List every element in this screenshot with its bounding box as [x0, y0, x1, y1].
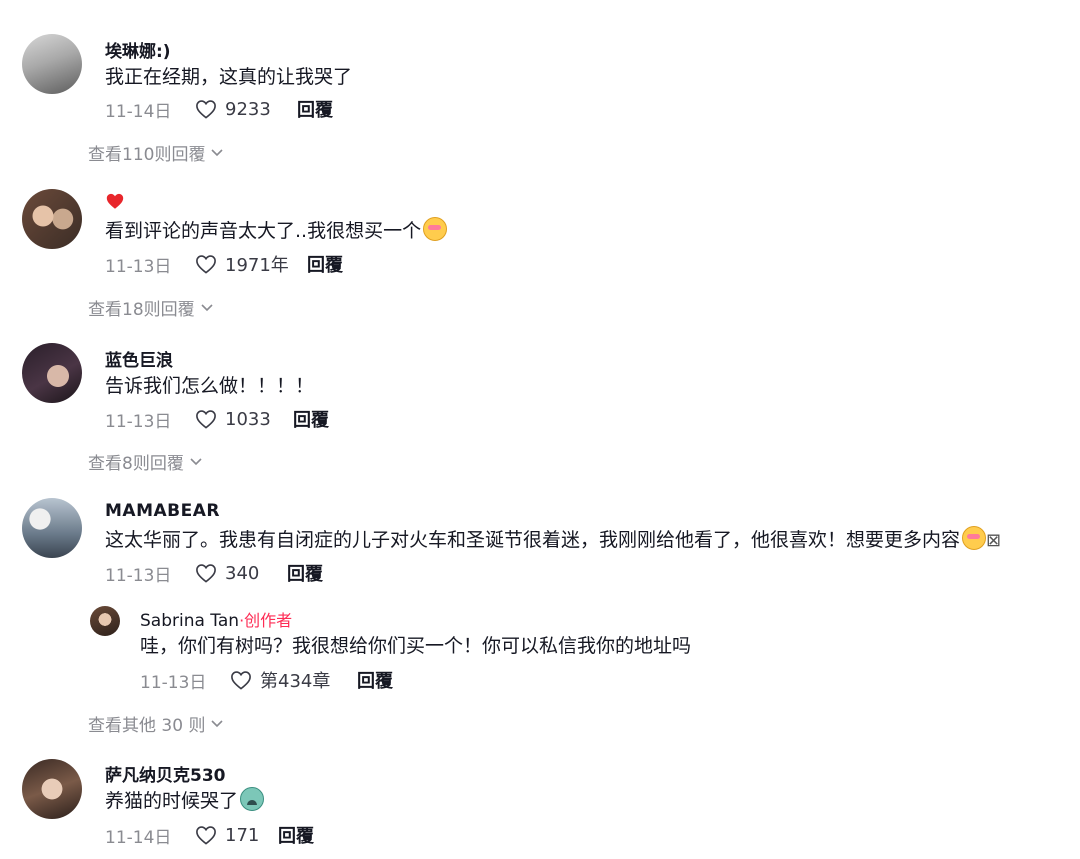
avatar[interactable] — [22, 498, 82, 558]
smiling-face-with-hearts-icon — [962, 526, 987, 550]
reply-button[interactable]: 回覆 — [297, 96, 333, 122]
comment-text: 我正在经期，这真的让我哭了 — [105, 66, 353, 88]
like-button[interactable]: 1971年 — [195, 251, 307, 277]
heart-outline-icon — [196, 564, 216, 583]
like-count: 1033 — [225, 408, 271, 430]
reply-meta: 11-13日 第434章 回覆 — [140, 667, 393, 693]
heart-outline-icon — [231, 671, 251, 690]
like-button[interactable]: 340 — [195, 563, 287, 584]
view-replies-link[interactable]: 查看110则回覆 — [88, 140, 224, 165]
avatar[interactable] — [22, 343, 82, 403]
avatar[interactable] — [22, 759, 82, 819]
comment-date: 11-13日 — [105, 565, 172, 586]
view-replies-link[interactable]: 查看8则回覆 — [88, 449, 202, 474]
comment-meta: 11-13日 340 回覆 — [105, 560, 323, 586]
comment-date: 11-14日 — [105, 101, 172, 122]
chevron-down-icon — [201, 303, 213, 311]
reply-text: 哇，你们有树吗？我很想给你们买一个！你可以私信我你的地址吗 — [140, 635, 692, 657]
reply-button[interactable]: 回覆 — [278, 822, 314, 848]
view-replies-link[interactable]: 查看18则回覆 — [88, 295, 213, 320]
like-count: 9233 — [225, 98, 271, 120]
like-count: 1971年 — [225, 255, 289, 276]
chevron-down-icon — [211, 148, 224, 156]
comment-meta: 11-14日 171 回覆 — [105, 822, 314, 848]
reply-date: 11-13日 — [140, 672, 207, 693]
comment-username[interactable]: 萨凡纳贝克530 — [105, 761, 226, 786]
comment-text: 告诉我们怎么做！！！！ — [105, 375, 315, 397]
comment-date: 11-13日 — [105, 256, 172, 277]
like-count: 第434章 — [260, 671, 331, 692]
like-count: 340 — [225, 562, 260, 584]
comment-username[interactable]: 埃琳娜:) — [105, 37, 171, 62]
comment-date: 11-13日 — [105, 411, 172, 432]
comment-username[interactable]: 蓝色巨浪 — [105, 346, 173, 371]
heart-outline-icon — [196, 100, 216, 119]
comment-username[interactable]: MAMABEAR — [105, 501, 220, 521]
view-more-replies-link[interactable]: 查看其他 30 则 — [88, 711, 224, 736]
crying-face-icon — [240, 787, 265, 811]
view-replies-label: 查看8则回覆 — [88, 454, 184, 474]
reply-button[interactable]: 回覆 — [287, 560, 323, 586]
comment-meta: 11-13日 1033 回覆 — [105, 406, 329, 432]
reply-button[interactable]: 回覆 — [307, 251, 343, 277]
comment-meta: 11-14日 9233 回覆 — [105, 96, 333, 122]
heart-outline-icon — [196, 255, 216, 274]
heart-outline-icon — [196, 826, 216, 845]
comment-date: 11-14日 — [105, 827, 172, 848]
trailing-symbol: ⊠ — [986, 530, 1002, 551]
like-count: 171 — [225, 824, 260, 846]
view-replies-label: 查看110则回覆 — [88, 145, 206, 165]
view-replies-label: 查看18则回覆 — [88, 300, 195, 320]
comment-text: 看到评论的声音太大了..我很想买一个 — [105, 220, 422, 242]
avatar[interactable] — [22, 189, 82, 249]
chevron-down-icon — [211, 719, 224, 727]
like-button[interactable]: 9233 — [195, 99, 297, 120]
comment-text: 这太华丽了。我患有自闭症的儿子对火车和圣诞节很着迷，我刚刚给他看了，他很喜欢！想… — [105, 529, 961, 551]
comment-text-row: 养猫的时候哭了 — [105, 786, 265, 813]
reply-button[interactable]: 回覆 — [293, 406, 329, 432]
view-more-label: 查看其他 30 则 — [88, 716, 206, 736]
chevron-down-icon — [190, 457, 202, 465]
reply-username-row: Sabrina Tan·创作者 — [140, 607, 292, 631]
smiling-face-with-hearts-icon — [423, 217, 448, 241]
like-button[interactable]: 第434章 — [230, 667, 357, 693]
comment-text: 养猫的时候哭了 — [105, 790, 239, 812]
avatar[interactable] — [22, 34, 82, 94]
like-button[interactable]: 171 — [195, 825, 278, 846]
comment-text-row: 看到评论的声音太大了..我很想买一个 — [105, 216, 448, 243]
like-button[interactable]: 1033 — [195, 409, 293, 430]
comment-text-row: 这太华丽了。我患有自闭症的儿子对火车和圣诞节很着迷，我刚刚给他看了，他很喜欢！想… — [105, 525, 1001, 552]
comment-meta: 11-13日 1971年 回覆 — [105, 251, 343, 277]
heart-outline-icon — [196, 410, 216, 429]
creator-badge: ·创作者 — [239, 611, 293, 630]
avatar[interactable] — [90, 606, 120, 636]
reply-username[interactable]: Sabrina Tan — [140, 611, 239, 631]
reply-button[interactable]: 回覆 — [357, 667, 393, 693]
heart-icon — [106, 193, 124, 209]
